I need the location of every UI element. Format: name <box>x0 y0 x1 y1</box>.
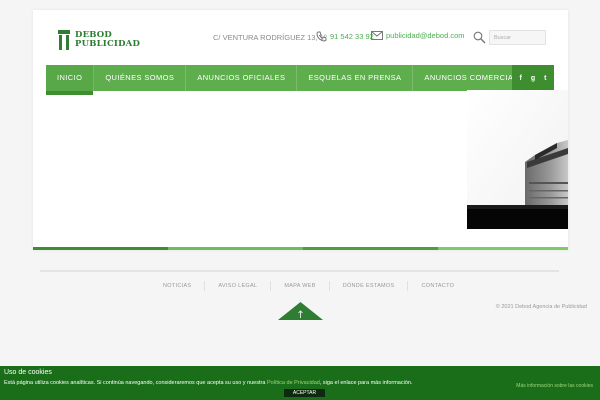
copyright-text: © 2021 Debod Agencia de Publicidad <box>495 304 587 310</box>
cookie-more-info-link[interactable]: Más información sobre las cookies <box>516 383 593 389</box>
temple-logo-icon <box>58 30 70 50</box>
email-contact[interactable]: publicidad@debod.com <box>371 31 465 40</box>
cookie-text-after: , siga el enlace para más información. <box>319 380 413 386</box>
footer-nav: NOTICIAS AVISO LEGAL MAPA WEB DÓNDE ESTA… <box>150 281 467 291</box>
footer-link-donde-estamos[interactable]: DÓNDE ESTAMOS <box>330 281 409 291</box>
privacy-policy-link[interactable]: Política de Privacidad <box>267 380 320 386</box>
facebook-icon[interactable]: f <box>520 75 522 82</box>
nav-item-quienes-somos[interactable]: QUIÉNES SOMOS <box>94 65 187 91</box>
accept-cookies-button[interactable]: ACEPTAR <box>284 389 325 397</box>
address-text: C/ VENTURA RODRÍGUEZ 13, 1º <box>213 33 327 42</box>
brand-logo[interactable]: DEBOD PUBLICIDAD <box>58 28 140 52</box>
arrow-up-icon[interactable] <box>278 302 323 320</box>
magnifier-icon[interactable] <box>473 31 486 44</box>
page-card: DEBOD PUBLICIDAD C/ VENTURA RODRÍGUEZ 13… <box>33 10 568 250</box>
building-photo <box>467 90 568 229</box>
footer-link-aviso-legal[interactable]: AVISO LEGAL <box>205 281 272 291</box>
phone-icon <box>316 31 327 42</box>
hero-slider-image <box>467 90 568 229</box>
email-address: publicidad@debod.com <box>386 31 465 40</box>
cookie-text-before: Está página utiliza cookies analíticas. … <box>4 380 267 386</box>
footer-divider <box>40 270 559 272</box>
twitter-icon[interactable]: t <box>544 75 546 82</box>
cookie-message: Está página utiliza cookies analíticas. … <box>4 380 412 386</box>
social-links: f g t <box>512 65 554 91</box>
nav-item-esquelas-en-prensa[interactable]: ESQUELAS EN PRENSA <box>297 65 414 91</box>
brand-name: DEBOD PUBLICIDAD <box>75 30 141 50</box>
green-accent-band <box>33 247 568 250</box>
nav-item-anuncios-oficiales[interactable]: ANUNCIOS OFICIALES <box>186 65 298 91</box>
cookie-title: Uso de cookies <box>4 369 52 376</box>
main-nav: INICIO QUIÉNES SOMOS ANUNCIOS OFICIALES … <box>46 65 541 95</box>
envelope-icon <box>371 31 383 40</box>
footer-link-contacto[interactable]: CONTACTO <box>408 281 467 291</box>
brand-line-2: PUBLICIDAD <box>75 39 141 49</box>
nav-item-inicio[interactable]: INICIO <box>46 65 95 95</box>
google-plus-icon[interactable]: g <box>531 75 535 82</box>
phone-contact[interactable]: 91 542 33 92 <box>316 31 374 42</box>
footer-link-noticias[interactable]: NOTICIAS <box>150 281 206 291</box>
footer-link-mapa-web[interactable]: MAPA WEB <box>271 281 330 291</box>
cookie-banner: Uso de cookies Está página utiliza cooki… <box>0 366 600 400</box>
search-input[interactable] <box>489 30 546 45</box>
phone-number: 91 542 33 92 <box>330 32 374 41</box>
